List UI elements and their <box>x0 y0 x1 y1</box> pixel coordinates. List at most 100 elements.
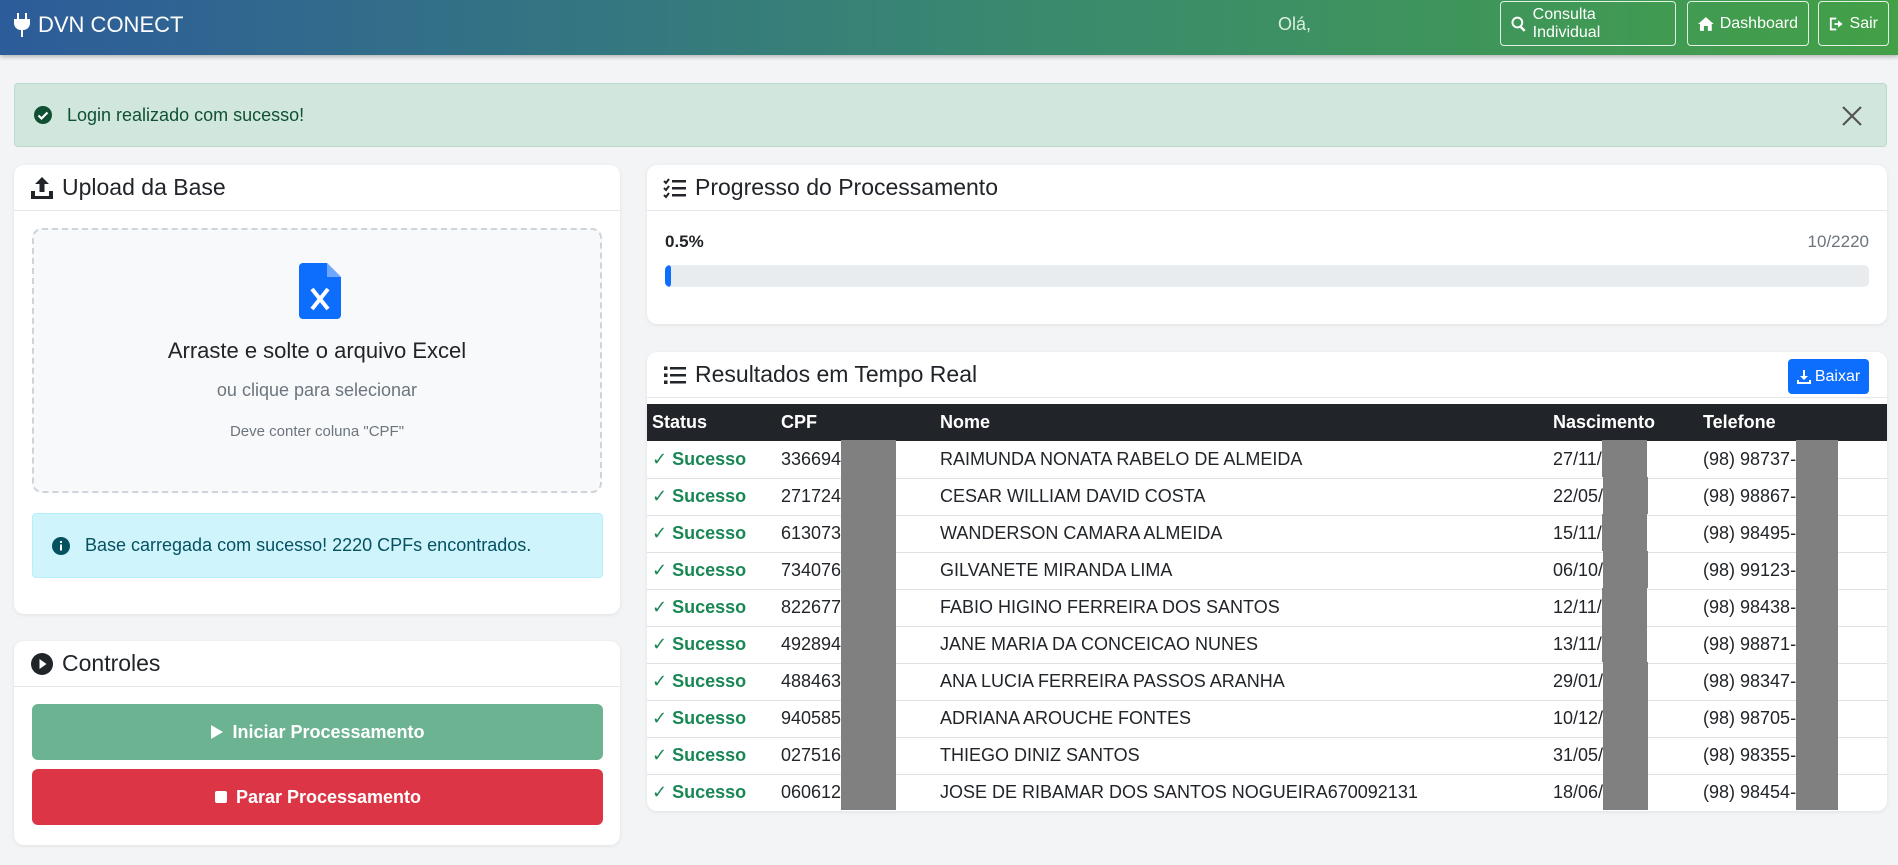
stop-processing-button[interactable]: Parar Processamento <box>32 769 603 825</box>
redaction-mask <box>1796 551 1839 588</box>
nascimento-cell: 22/05/ <box>1548 477 1698 516</box>
table-row: ✓ Sucesso 336694 RAIMUNDA NONATA RABELO DE… <box>647 439 1887 479</box>
nome-cell: FABIO HIGINO FERREIRA DOS SANTOS <box>935 589 1548 627</box>
telefone-cell: (98) 99123- <box>1698 551 1887 590</box>
redaction-mask <box>841 551 897 588</box>
cpf-cell-text: 492894 <box>781 634 842 654</box>
table-row: ✓ Sucesso 822677 FABIO HIGINO FERREIRA DOS… <box>647 588 1887 627</box>
dashboard-button[interactable]: Dashboard <box>1687 1 1809 46</box>
nome-cell-text: FABIO HIGINO FERREIRA DOS SANTOS <box>940 597 1280 617</box>
progress-count: 10/2220 <box>1807 232 1869 251</box>
drop-note: Deve conter coluna "CPF" <box>229 423 405 440</box>
nascimento-cell: 13/11/ <box>1548 625 1698 664</box>
greeting: Olá, <box>1278 14 1312 34</box>
cpf-cell-text: 822677 <box>781 597 842 617</box>
upload-icon <box>31 176 53 199</box>
nome-cell-text: WANDERSON CAMARA ALMEIDA <box>940 523 1223 543</box>
telefone-cell: (98) 98355- <box>1698 736 1887 775</box>
close-icon[interactable] <box>1840 104 1864 128</box>
home-icon <box>1698 16 1714 31</box>
telefone-cell-text: (98) 98871- <box>1703 634 1797 654</box>
column-header-nome: Nome <box>935 404 1548 441</box>
table-row: ✓ Sucesso 271724 CESAR WILLIAM DAVID COSTA… <box>647 477 1887 516</box>
base-loaded-alert: Base carregada com sucesso! 2220 CPFs en… <box>32 513 603 578</box>
play-icon <box>211 725 224 739</box>
cpf-cell-text: 060612 <box>781 782 842 802</box>
nascimento-cell-text: 18/06/ <box>1553 782 1604 802</box>
nome-cell-text: ANA LUCIA FERREIRA PASSOS ARANHA <box>940 671 1285 691</box>
status-cell-text: ✓ Sucesso <box>652 634 747 654</box>
download-icon <box>1796 369 1811 384</box>
navbar: DVN CONECT Olá, Consulta Individual Dash… <box>0 0 1898 55</box>
cpf-cell: 488463 <box>776 662 935 701</box>
telefone-cell-text: (98) 98495- <box>1703 523 1797 543</box>
status-cell: ✓ Sucesso <box>647 552 776 590</box>
redaction-mask <box>1601 514 1647 551</box>
nome-cell: ANA LUCIA FERREIRA PASSOS ARANHA <box>935 663 1548 701</box>
start-processing-button[interactable]: Iniciar Processamento <box>32 704 603 760</box>
status-cell: ✓ Sucesso <box>647 589 776 627</box>
status-cell-text: ✓ Sucesso <box>652 597 747 617</box>
nascimento-cell-text: 12/11/ <box>1553 597 1602 617</box>
redaction-mask <box>1603 699 1649 736</box>
redaction-mask <box>841 773 897 810</box>
redaction-mask <box>1796 736 1839 773</box>
redaction-mask <box>1601 625 1647 662</box>
progress-bar <box>665 265 1869 287</box>
redaction-mask <box>1603 736 1649 773</box>
nascimento-cell: 27/11/ <box>1548 439 1698 479</box>
nome-cell: JOSE DE RIBAMAR DOS SANTOS NOGUEIRA67009… <box>935 774 1548 811</box>
status-cell-text: ✓ Sucesso <box>652 708 747 728</box>
consulta-individual-label: Consulta Individual <box>1532 5 1601 41</box>
cpf-cell-text: 336694 <box>781 448 842 469</box>
cpf-cell: 336694 <box>776 439 935 479</box>
cpf-cell: 492894 <box>776 625 935 664</box>
nascimento-cell-text: 31/05/ <box>1553 745 1604 765</box>
nome-cell: GILVANETE MIRANDA LIMA <box>935 552 1548 590</box>
telefone-cell: (98) 98871- <box>1698 625 1887 664</box>
status-cell: ✓ Sucesso <box>647 515 776 553</box>
brand[interactable]: DVN CONECT <box>12 12 183 38</box>
excel-file-icon <box>299 263 341 319</box>
file-drop-zone[interactable]: Arraste e solte o arquivo Excel ou cliqu… <box>32 228 602 493</box>
status-cell-text: ✓ Sucesso <box>652 782 747 802</box>
redaction-mask <box>841 699 897 736</box>
cpf-cell: 060612 <box>776 773 935 811</box>
telefone-cell-text: (98) 98867- <box>1703 486 1797 506</box>
cpf-cell: 822677 <box>776 588 935 627</box>
results-card: Resultados em Tempo Real Baixar Status C… <box>647 352 1887 811</box>
sair-button[interactable]: Sair <box>1818 1 1889 46</box>
nome-cell-text: GILVANETE MIRANDA LIMA <box>940 560 1173 580</box>
play-circle-icon <box>31 652 53 675</box>
cpf-cell: 940585 <box>776 699 935 738</box>
redaction-mask <box>841 625 897 662</box>
nascimento-cell: 29/01/ <box>1548 662 1698 701</box>
redaction-mask <box>841 439 897 477</box>
nascimento-cell-text: 27/11/ <box>1553 448 1602 469</box>
nome-cell-text: THIEGO DINIZ SANTOS <box>940 745 1140 765</box>
status-cell-text: ✓ Sucesso <box>652 671 747 691</box>
cpf-cell-text: 734076 <box>781 560 842 580</box>
telefone-cell: (98) 98867- <box>1698 477 1887 516</box>
stop-icon <box>214 791 227 803</box>
nome-cell: ADRIANA AROUCHE FONTES <box>935 700 1548 738</box>
redaction-mask <box>1796 699 1839 736</box>
search-icon <box>1511 16 1526 32</box>
progress-bar-fill <box>665 265 672 287</box>
download-button[interactable]: Baixar <box>1788 359 1869 394</box>
nascimento-cell: 10/12/ <box>1548 699 1698 738</box>
consulta-individual-button[interactable]: Consulta Individual <box>1500 1 1676 46</box>
download-label: Baixar <box>1814 367 1861 385</box>
status-cell-text: ✓ Sucesso <box>652 523 747 543</box>
nome-cell-text: JOSE DE RIBAMAR DOS SANTOS NOGUEIRA67009… <box>940 782 1418 802</box>
status-cell-text: ✓ Sucesso <box>652 448 747 469</box>
nome-cell-text: JANE MARIA DA CONCEICAO NUNES <box>940 634 1259 654</box>
check-circle-icon <box>34 106 52 124</box>
redaction-mask <box>1796 625 1839 662</box>
status-cell: ✓ Sucesso <box>647 441 776 479</box>
nome-cell-text: CESAR WILLIAM DAVID COSTA <box>940 486 1206 506</box>
controls-title: Controles <box>62 650 161 676</box>
status-cell: ✓ Sucesso <box>647 663 776 701</box>
cpf-cell: 271724 <box>776 477 935 516</box>
telefone-cell-text: (98) 98705- <box>1703 708 1797 728</box>
